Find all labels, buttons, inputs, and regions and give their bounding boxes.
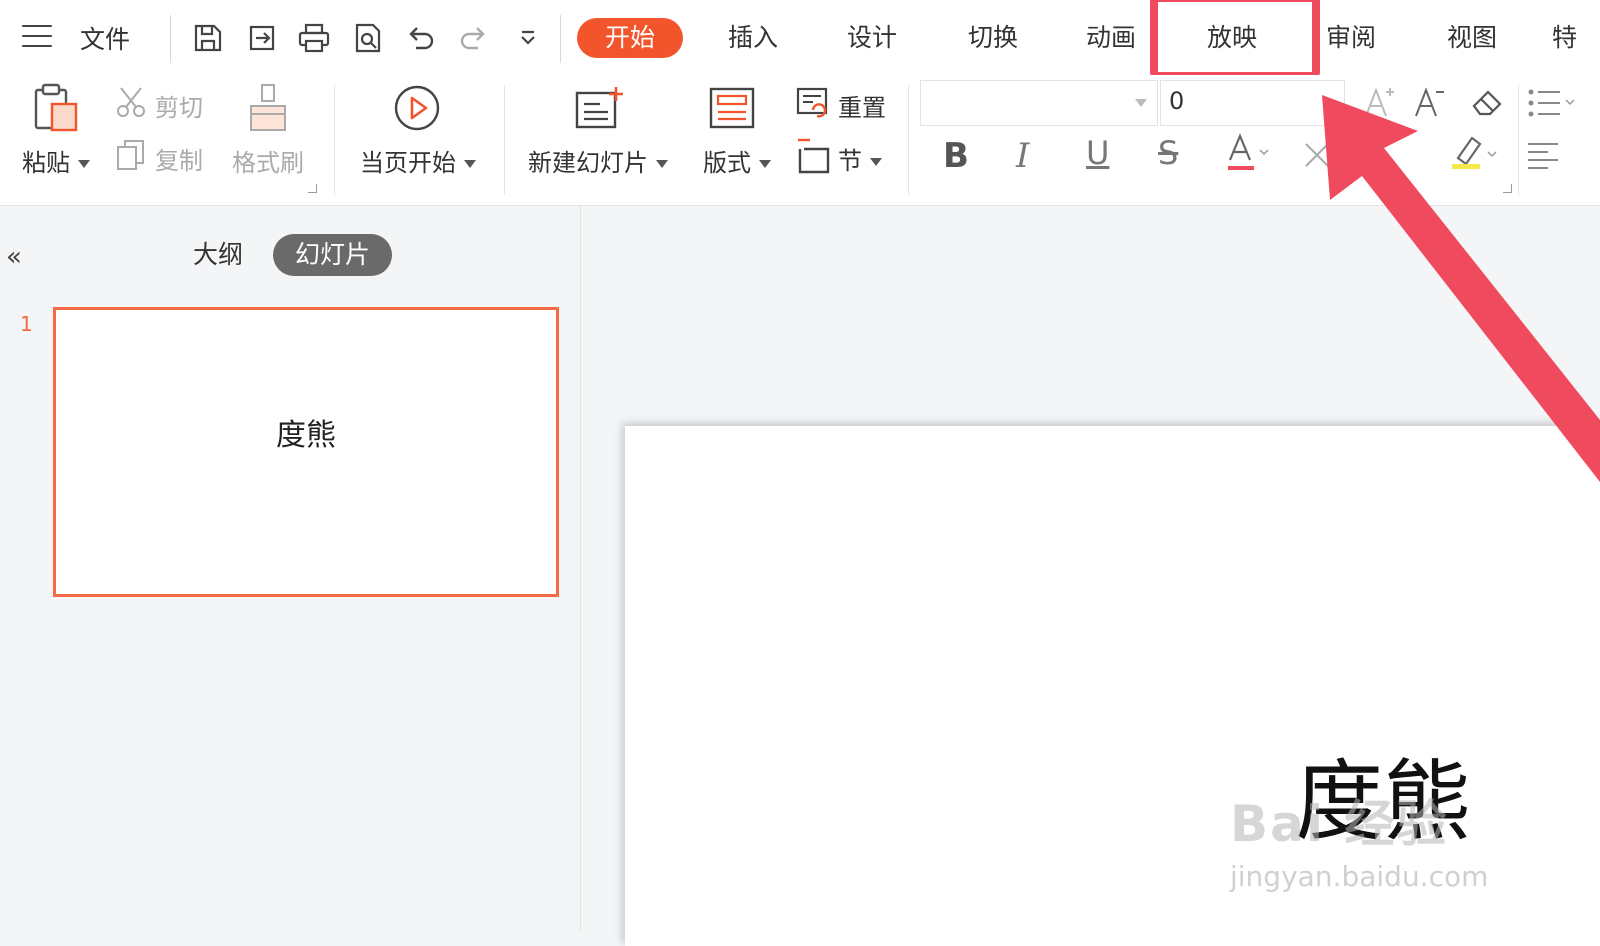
play-circle-icon[interactable] xyxy=(393,84,441,136)
section-icon[interactable] xyxy=(795,137,831,179)
hamburger-menu-icon[interactable] xyxy=(22,25,52,47)
divider xyxy=(170,15,171,63)
divider xyxy=(560,15,561,63)
print-icon[interactable] xyxy=(294,18,334,58)
highlighter-icon[interactable] xyxy=(1448,132,1502,176)
italic-icon[interactable]: I xyxy=(1016,136,1029,176)
title-tab-bar: 文件 开始 插入 设计 切换 动画 放映 审阅 视图 特 xyxy=(0,0,1600,80)
play-from-current-button[interactable]: 当页开始 xyxy=(360,143,476,178)
tab-design[interactable]: 设计 xyxy=(832,18,912,58)
layout-button[interactable]: 版式 xyxy=(703,143,771,178)
export-icon[interactable] xyxy=(242,18,282,58)
copy-button[interactable]: 复制 xyxy=(155,141,203,176)
reset-button[interactable]: 重置 xyxy=(838,88,886,123)
scissors-icon[interactable] xyxy=(115,85,147,123)
tab-insert[interactable]: 插入 xyxy=(713,18,793,58)
format-painter-button[interactable]: 格式刷 xyxy=(232,143,304,178)
clear-format-icon[interactable] xyxy=(1302,140,1332,174)
decrease-font-size-icon[interactable] xyxy=(1412,84,1448,124)
strikethrough-icon[interactable]: S xyxy=(1158,134,1178,172)
chevron-down-icon xyxy=(1322,99,1334,107)
tab-outline[interactable]: 大纲 xyxy=(193,234,243,276)
layout-icon[interactable] xyxy=(708,86,756,134)
divider xyxy=(1518,85,1519,195)
tab-animations[interactable]: 动画 xyxy=(1071,18,1151,58)
format-painter-icon[interactable] xyxy=(248,82,288,138)
font-name-combo[interactable] xyxy=(920,80,1158,126)
increase-font-size-icon[interactable] xyxy=(1362,84,1398,124)
dialog-launcher-icon[interactable] xyxy=(1503,184,1512,193)
divider xyxy=(504,85,505,195)
tab-special-partial[interactable]: 特 xyxy=(1552,18,1600,58)
section-button[interactable]: 节 xyxy=(838,141,882,176)
bold-icon[interactable]: B xyxy=(943,136,969,176)
redo-icon[interactable] xyxy=(454,18,494,58)
thumbnail-title: 度熊 xyxy=(276,418,336,453)
chevron-down-icon xyxy=(464,160,476,168)
tab-review[interactable]: 审阅 xyxy=(1311,18,1391,58)
paste-icon[interactable] xyxy=(30,82,82,138)
align-left-icon[interactable] xyxy=(1526,140,1560,174)
chevron-down-icon xyxy=(759,160,771,168)
tab-home[interactable]: 开始 xyxy=(577,18,683,58)
tab-view[interactable]: 视图 xyxy=(1432,18,1512,58)
chevron-down-icon xyxy=(1135,99,1147,107)
print-preview-icon[interactable] xyxy=(348,18,388,58)
chevron-down-icon xyxy=(870,158,882,166)
copy-icon[interactable] xyxy=(115,138,147,176)
save-icon[interactable] xyxy=(188,18,228,58)
font-size-value: 0 xyxy=(1169,87,1185,115)
cut-button[interactable]: 剪切 xyxy=(155,88,203,123)
tab-slides[interactable]: 幻灯片 xyxy=(273,234,393,276)
customize-quick-access-icon[interactable] xyxy=(508,18,548,58)
font-color-icon[interactable] xyxy=(1224,130,1274,178)
paste-button[interactable]: 粘贴 xyxy=(22,143,90,178)
tab-transitions[interactable]: 切换 xyxy=(953,18,1033,58)
new-slide-icon[interactable] xyxy=(574,84,624,136)
divider xyxy=(908,85,909,195)
file-menu[interactable]: 文件 xyxy=(80,20,130,56)
dialog-launcher-icon[interactable] xyxy=(308,184,317,193)
font-size-combo[interactable]: 0 xyxy=(1160,80,1345,126)
divider xyxy=(334,85,335,195)
watermark-url: jingyan.baidu.com xyxy=(1230,860,1489,893)
chevron-down-icon xyxy=(78,160,90,168)
chevron-down-icon xyxy=(656,160,668,168)
undo-icon[interactable] xyxy=(400,18,440,58)
bullet-list-icon[interactable] xyxy=(1526,86,1576,124)
eraser-icon[interactable] xyxy=(1468,86,1506,122)
reset-icon[interactable] xyxy=(795,86,831,124)
collapse-panel-icon[interactable]: « xyxy=(6,242,22,272)
underline-icon[interactable]: U xyxy=(1086,134,1109,172)
watermark-logo: Bai 经验 xyxy=(1230,795,1449,853)
slide-number: 1 xyxy=(20,312,33,336)
slide-thumbnail[interactable]: 度熊 xyxy=(53,307,559,597)
new-slide-button[interactable]: 新建幻灯片 xyxy=(528,143,668,178)
highlight-box xyxy=(1150,0,1320,80)
